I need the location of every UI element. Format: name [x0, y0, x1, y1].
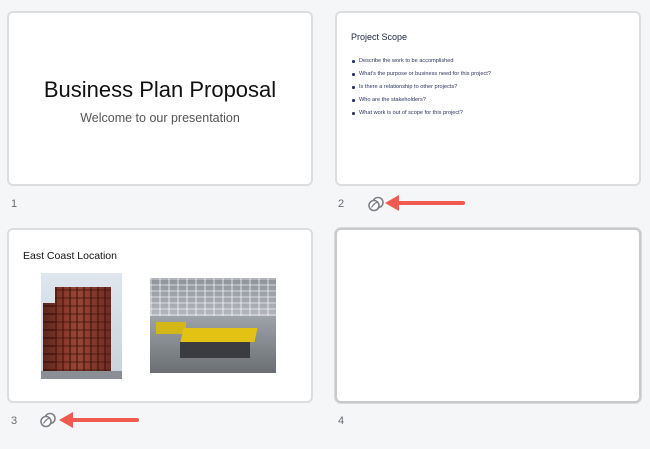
slide-thumbnail-4[interactable]: [335, 228, 641, 403]
bullet-item: What work is out of scope for this proje…: [351, 107, 491, 120]
annotation-arrow: [385, 195, 465, 211]
linked-circles-icon[interactable]: [39, 412, 57, 428]
slide-number-3: 3: [11, 415, 18, 427]
slide-title: East Coast Location: [23, 250, 117, 262]
building-photo: [41, 273, 122, 379]
slide-grid: Business Plan Proposal Welcome to our pr…: [0, 0, 650, 449]
bullet-list: Describe the work to be accomplished Wha…: [351, 55, 491, 120]
slide-subtitle: Welcome to our presentation: [80, 111, 240, 125]
annotation-arrow: [59, 412, 139, 428]
slide-number-4: 4: [338, 415, 345, 427]
bullet-item: Is there a relationship to other project…: [351, 81, 491, 94]
slide-thumbnail-1[interactable]: Business Plan Proposal Welcome to our pr…: [7, 11, 313, 186]
bullet-item: What's the purpose or business need for …: [351, 68, 491, 81]
slide-title: Business Plan Proposal: [43, 77, 277, 102]
slide-number-1: 1: [11, 198, 18, 210]
bullet-item: Who are the stakeholders?: [351, 94, 491, 107]
office-photo: [150, 278, 276, 373]
slide-number-2: 2: [338, 198, 345, 210]
bullet-item: Describe the work to be accomplished: [351, 55, 491, 68]
slide-thumbnail-2[interactable]: Project Scope Describe the work to be ac…: [335, 11, 641, 186]
slide-thumbnail-3[interactable]: East Coast Location: [7, 228, 313, 403]
slide-title: Project Scope: [351, 32, 408, 42]
